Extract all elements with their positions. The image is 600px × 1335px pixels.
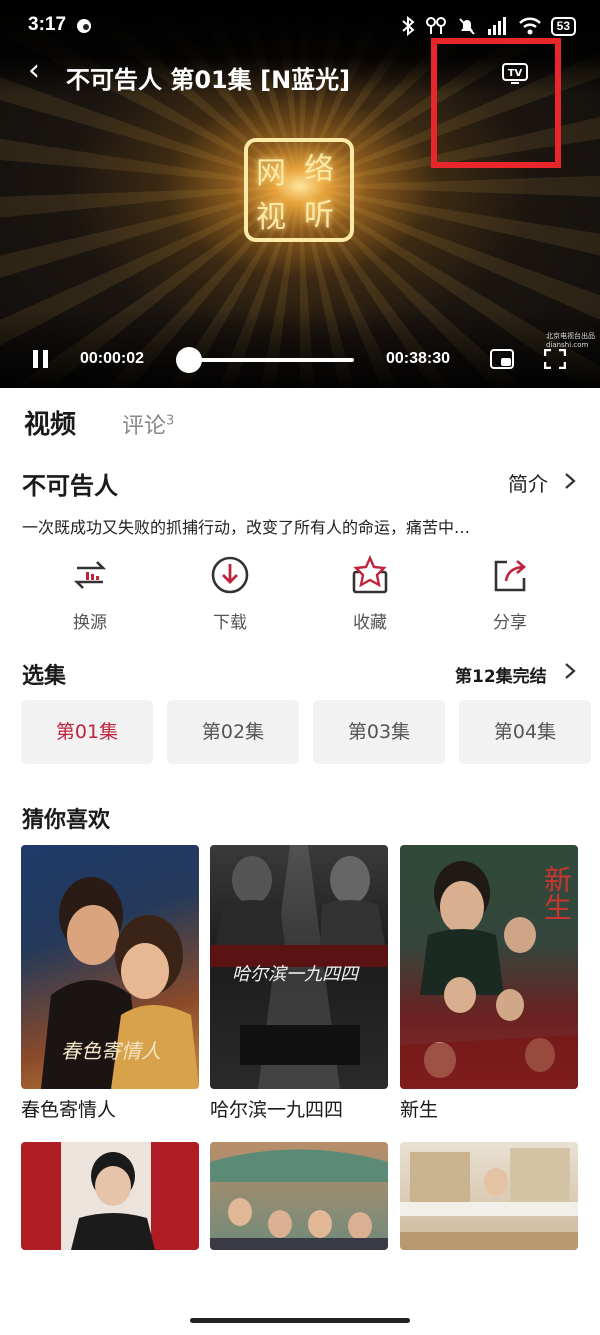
- bluetooth-icon: [401, 16, 415, 36]
- download-button[interactable]: 下载: [180, 554, 280, 633]
- home-indicator[interactable]: [190, 1318, 410, 1323]
- poster-title[interactable]: 春色寄情人: [21, 1095, 116, 1122]
- player-controls: 00:00:02 00:38:30: [0, 340, 600, 380]
- poster-title[interactable]: 哈尔滨一九四四: [210, 1095, 343, 1122]
- share-button[interactable]: 分享: [460, 554, 560, 633]
- poster-art-text: 春色寄情人: [61, 1039, 161, 1063]
- episode-button[interactable]: 第01集: [21, 700, 153, 764]
- progress-track[interactable]: [178, 358, 354, 362]
- back-icon[interactable]: ‹: [28, 56, 40, 86]
- recommend-title: 猜你喜欢: [22, 808, 111, 833]
- poster-figures: [21, 1142, 199, 1250]
- poster-card[interactable]: [21, 1142, 199, 1250]
- action-label: 换源: [73, 613, 107, 633]
- highlight-box: [431, 38, 561, 168]
- fullscreen-icon[interactable]: [544, 349, 566, 369]
- synopsis-text[interactable]: 一次既成功又失败的抓捕行动，改变了所有人的命运，痛苦中…: [22, 514, 578, 538]
- chevron-right-icon[interactable]: [564, 472, 576, 490]
- poster-card[interactable]: 春色寄情人: [21, 845, 199, 1089]
- episodes-title: 选集: [22, 664, 67, 689]
- poster-art-text: 哈尔滨一九四四: [232, 964, 358, 985]
- content-tabs: 视频 评论3: [0, 396, 600, 446]
- poster-card[interactable]: [210, 1142, 388, 1250]
- poster-figures: [400, 1148, 578, 1250]
- alarm-off-icon: [458, 18, 475, 35]
- episode-button[interactable]: 第04集: [459, 700, 591, 764]
- earbuds-icon: [425, 17, 446, 34]
- switch-source-button[interactable]: 换源: [40, 554, 140, 633]
- favorite-button[interactable]: 收藏: [320, 554, 420, 633]
- show-title: 不可告人: [22, 472, 118, 500]
- share-icon: [494, 560, 526, 592]
- signal-icon: [487, 17, 506, 35]
- download-icon: [211, 556, 249, 594]
- poster-card[interactable]: 新生: [400, 845, 578, 1089]
- broadcast-logo: 网 络 视 听: [244, 138, 354, 242]
- battery-icon: 53: [550, 16, 576, 36]
- favorite-star-icon: [352, 555, 388, 594]
- progress-thumb[interactable]: [176, 347, 202, 373]
- current-time: 00:00:02: [80, 350, 145, 367]
- episodes-total-link[interactable]: 第12集完结: [455, 662, 547, 687]
- logo-char: 视: [256, 200, 286, 235]
- total-time: 00:38:30: [386, 350, 451, 367]
- tab-comments-label: 评论: [122, 414, 167, 439]
- logo-char: 网: [256, 156, 286, 191]
- episode-button[interactable]: 第02集: [167, 700, 299, 764]
- action-label: 收藏: [353, 613, 387, 633]
- episode-button[interactable]: 第03集: [313, 700, 445, 764]
- pause-icon[interactable]: [32, 350, 50, 368]
- poster-card[interactable]: 哈尔滨一九四四: [210, 845, 388, 1089]
- picture-in-picture-icon[interactable]: [490, 349, 514, 369]
- player-title: 不可告人 第01集 [N蓝光]: [66, 66, 351, 94]
- poster-title[interactable]: 新生: [400, 1095, 438, 1122]
- tab-comments[interactable]: 评论3: [122, 408, 174, 440]
- logo-char: 听: [304, 198, 334, 233]
- poster-card[interactable]: [400, 1142, 578, 1250]
- switch-source-icon: [73, 561, 107, 589]
- poster-art-text: 新生: [540, 865, 573, 921]
- poster-figures: [210, 1149, 388, 1250]
- logo-char: 络: [304, 152, 334, 187]
- wifi-icon: [518, 17, 541, 35]
- intro-link[interactable]: 简介: [508, 468, 548, 497]
- status-time: 3:17: [28, 14, 67, 35]
- action-label: 下载: [213, 613, 247, 633]
- chevron-right-icon[interactable]: [564, 662, 576, 680]
- tab-video[interactable]: 视频: [24, 404, 76, 441]
- comment-count: 3: [166, 413, 175, 429]
- action-bar: 换源 下载 收藏 分享: [0, 554, 600, 644]
- chat-bubble-icon: [77, 19, 91, 33]
- action-label: 分享: [493, 613, 527, 633]
- status-icons: 53: [401, 16, 576, 36]
